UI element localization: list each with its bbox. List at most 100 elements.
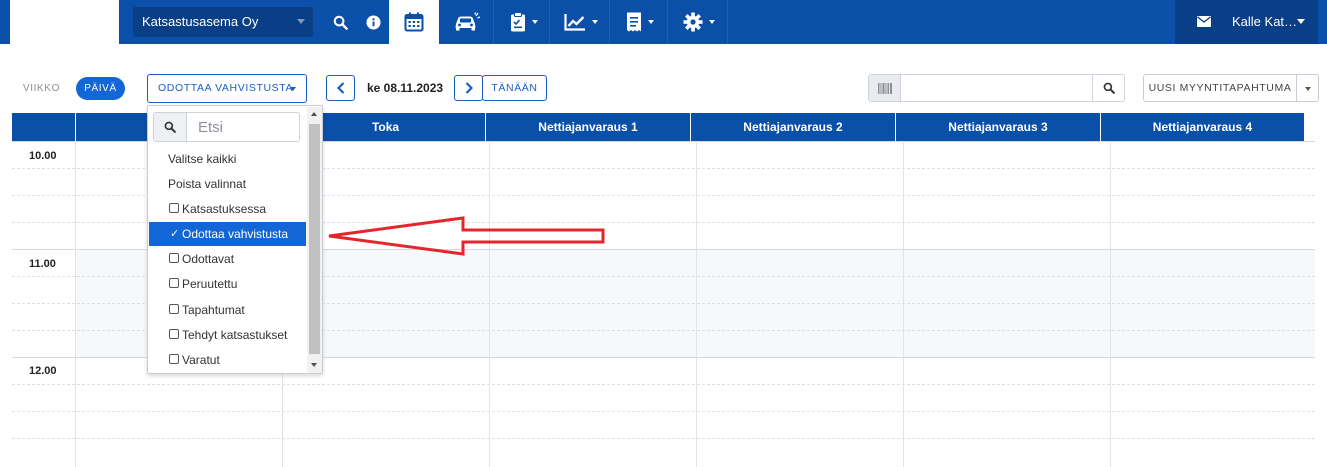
option-tehdyt-katsastukset[interactable]: Tehdyt katsastukset [149,323,306,347]
nav-inspections[interactable] [500,0,548,44]
search-icon [164,121,176,133]
menu-search-field[interactable]: Etsi [153,112,300,142]
prev-day-button[interactable] [326,75,355,101]
chevron-down-icon [592,20,598,24]
column-divider [696,141,697,467]
column-divider [1110,141,1111,467]
gear-icon [683,12,703,32]
menu-scrollbar[interactable] [307,107,322,373]
checkbox[interactable] [169,278,179,288]
option-label: Odottavat [182,252,235,266]
column-divider [903,141,904,467]
checkbox[interactable] [169,329,179,339]
option-varatut[interactable]: Varatut [149,348,306,372]
column-divider [75,141,76,467]
info-icon[interactable] [362,0,384,44]
chevron-down-icon [648,20,654,24]
clear-selection-option[interactable]: Poista valinnat [149,172,306,196]
next-day-button[interactable] [454,75,483,101]
status-filter-label: ODOTTAA VAHVISTUSTA [158,82,294,94]
calendar-column-nettiajanvaraus-4: Nettiajanvaraus 4 [1100,113,1304,141]
chevron-down-icon [290,87,296,91]
calendar-column-time [12,113,75,141]
hour-label: 12.00 [29,365,57,377]
new-sale-button[interactable]: UUSI MYYNTITAPAHTUMA [1143,74,1297,102]
separator [727,0,728,44]
option-peruutettu[interactable]: Peruutettu [149,272,306,296]
checkbox[interactable] [169,304,179,314]
slot-line [12,438,1315,439]
slot-line [12,411,1315,412]
search-button[interactable] [1092,74,1125,102]
user-menu[interactable]: Kalle Kat… [1175,0,1318,44]
calendar-column-nettiajanvaraus-2: Nettiajanvaraus 2 [690,113,895,141]
nav-settings[interactable] [674,0,724,44]
option-katsastuksessa[interactable]: Katsastuksessa [149,197,306,221]
view-week-toggle[interactable]: VIIKKO [23,83,60,94]
today-button[interactable]: TÄNÄÄN [482,75,547,101]
scrollbar-thumb[interactable] [309,124,320,354]
separator [609,0,610,44]
nav-calendar[interactable] [389,0,439,44]
barcode-icon [877,82,892,94]
separator [667,0,668,44]
logo[interactable] [10,0,119,44]
calendar-icon [404,12,424,32]
search-icon-box [154,113,187,141]
clipboard-icon [511,12,525,32]
annotation-arrow-icon [328,216,605,256]
new-sale-options-button[interactable] [1296,74,1319,102]
receipt-icon [627,12,641,32]
search-icon [1103,82,1115,94]
menu-search-placeholder: Etsi [198,119,224,136]
separator [549,0,550,44]
chevron-left-icon [336,82,344,94]
scroll-down-icon[interactable] [311,363,317,367]
column-divider [489,141,490,467]
chevron-down-icon [709,20,715,24]
view-day-toggle[interactable]: PÄIVÄ [76,77,125,100]
nav-vehicles[interactable] [444,0,489,44]
mail-icon [1197,16,1211,27]
search-icon[interactable] [329,0,351,44]
chevron-down-icon [1297,19,1305,24]
calendar-column-nettiajanvaraus-3: Nettiajanvaraus 3 [895,113,1100,141]
chart-icon [564,14,585,31]
select-all-option[interactable]: Valitse kaikki [149,147,306,171]
status-filter-menu: Etsi Valitse kaikki Poista valinnat Kats… [147,105,323,374]
calendar-column-nettiajanvaraus-1: Nettiajanvaraus 1 [485,113,690,141]
nav-reports[interactable] [556,0,606,44]
company-select[interactable]: Katsastusasema Oy [133,7,313,37]
user-name: Kalle Kat… [1232,14,1298,29]
slot-line [12,384,1315,385]
hour-label: 10.00 [29,150,57,162]
checkmark-icon: ✓ [170,228,180,240]
barcode-search-input[interactable] [900,74,1093,102]
chevron-down-icon [532,20,538,24]
status-filter-dropdown[interactable]: ODOTTAA VAHVISTUSTA [147,74,307,103]
option-label: Katsastuksessa [182,202,267,216]
chevron-right-icon [465,82,473,94]
chevron-down-icon [297,19,305,24]
separator [493,0,494,44]
checkbox[interactable] [169,203,179,213]
option-label: Tapahtumat [182,303,245,317]
checkbox[interactable] [169,253,179,263]
option-tapahtumat[interactable]: Tapahtumat [149,298,306,322]
nav-invoices[interactable] [616,0,664,44]
company-select-label: Katsastusasema Oy [142,14,259,29]
current-date: ke 08.11.2023 [367,81,444,95]
hour-label: 11.00 [29,258,56,270]
chevron-down-icon [1305,87,1311,91]
option-label: Peruutettu [182,277,238,291]
option-label: Odottaa vahvistusta [182,227,289,241]
scroll-up-icon[interactable] [311,112,317,116]
checkbox[interactable] [169,354,179,364]
option-label: Tehdyt katsastukset [182,328,288,342]
barcode-button[interactable] [868,74,901,102]
option-odottaa-vahvistusta[interactable]: ✓ Odottaa vahvistusta [149,222,306,246]
top-navigation-bar: Katsastusasema Oy Kalle Kat… [0,0,1327,44]
option-odottavat[interactable]: Odottavat [149,247,306,271]
option-label: Varatut [182,353,220,367]
car-icon [455,12,480,31]
